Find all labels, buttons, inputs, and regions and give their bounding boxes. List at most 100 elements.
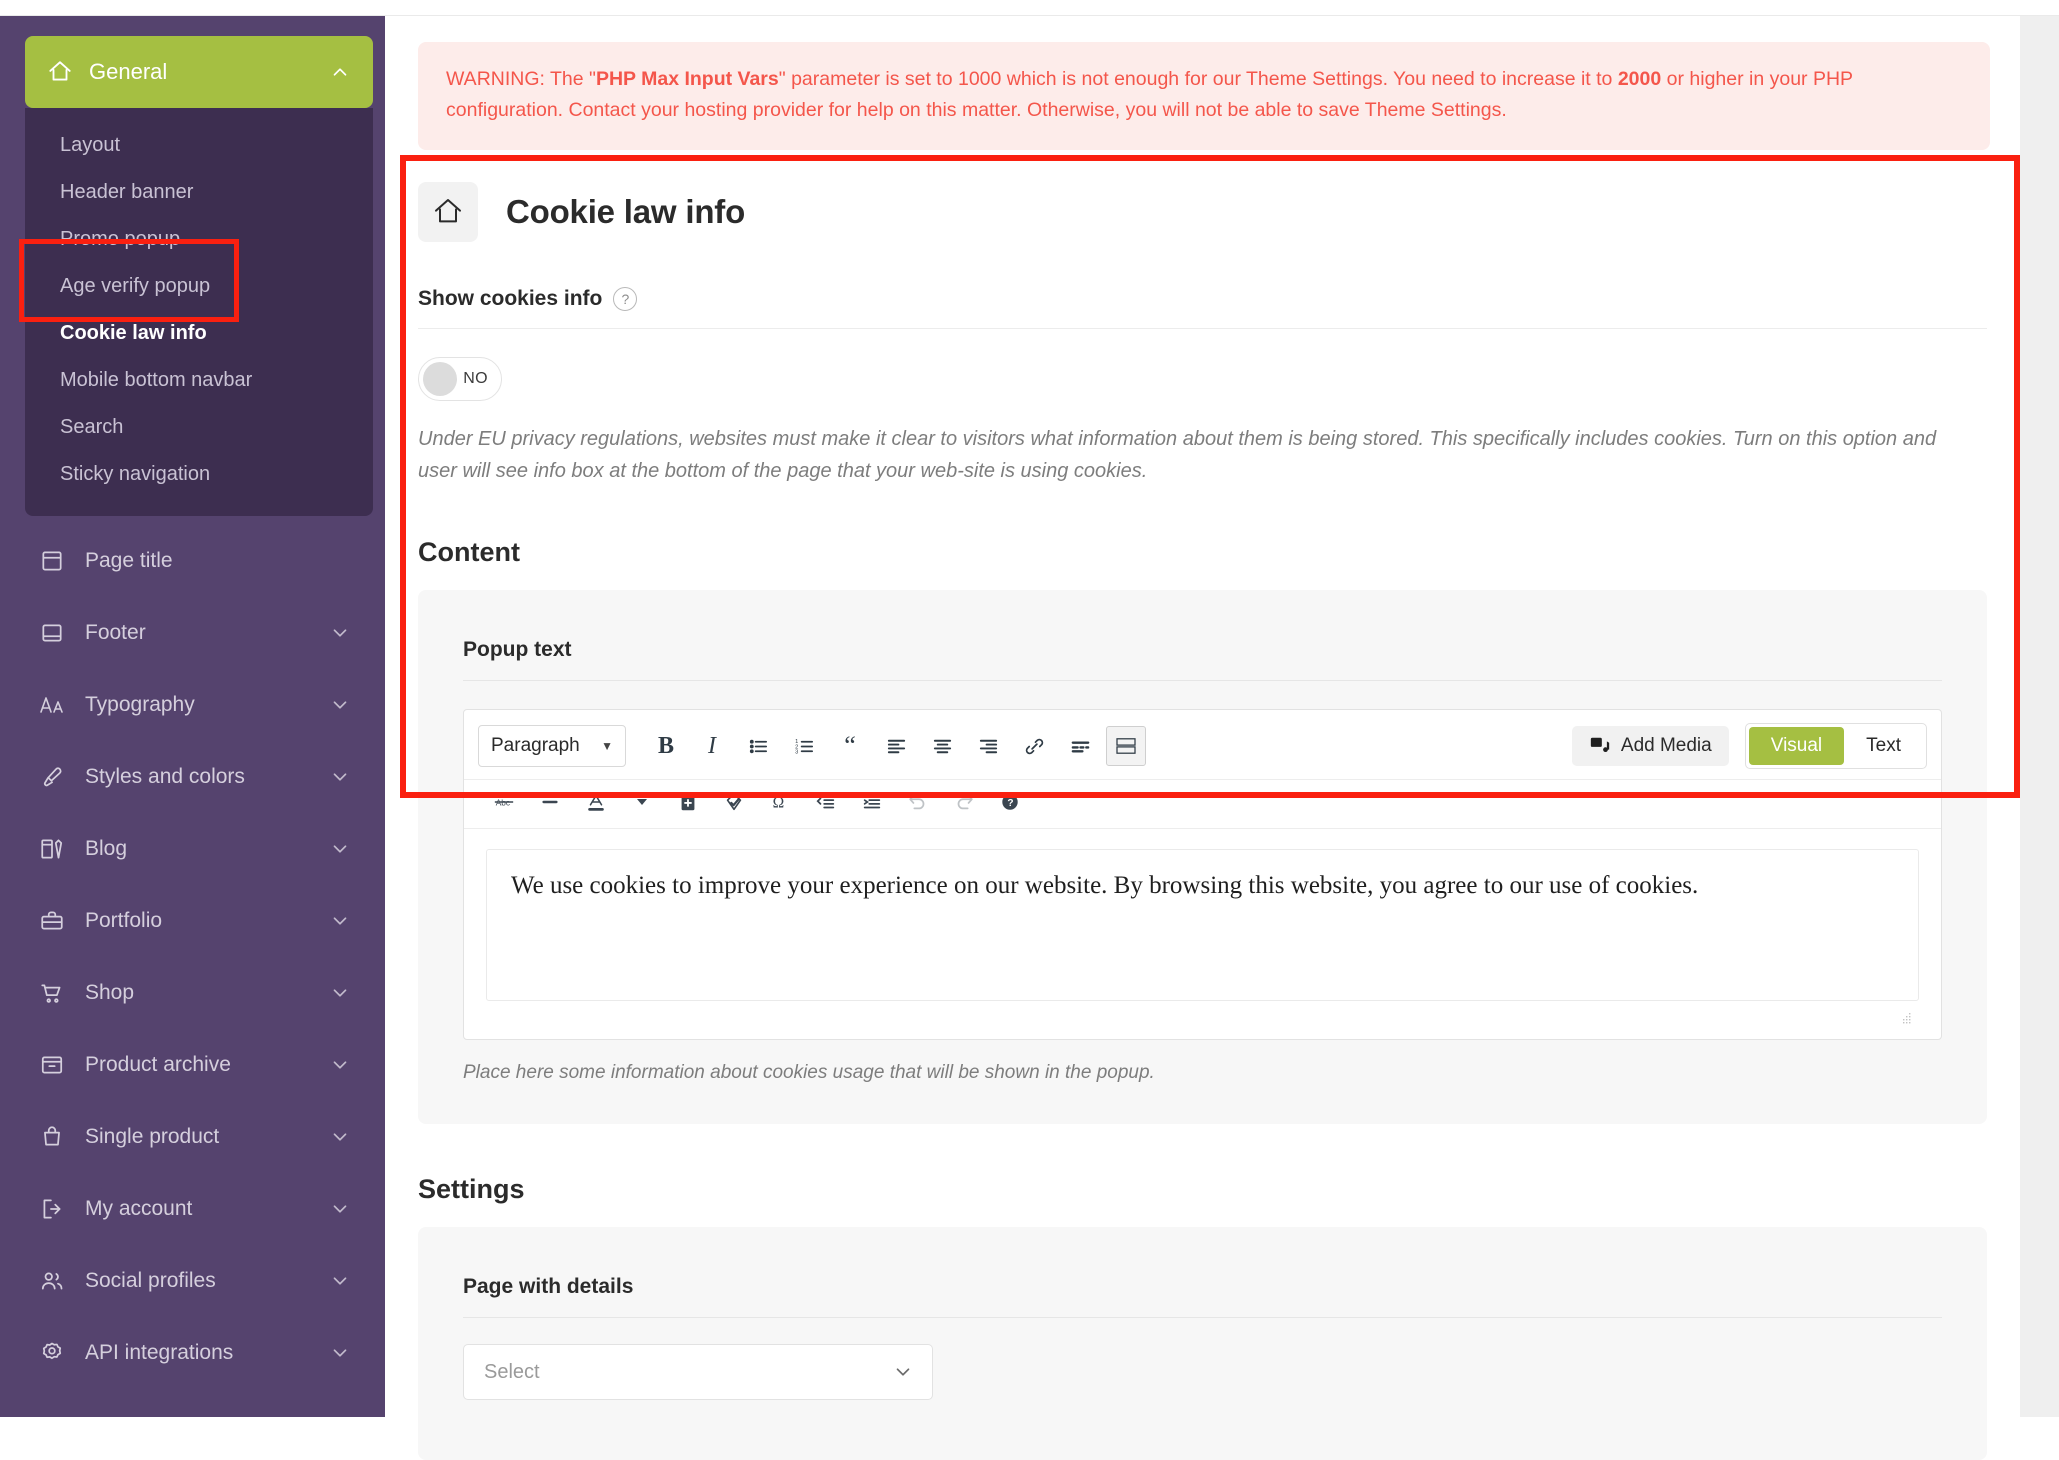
popup-text-label: Popup text [463, 638, 1942, 682]
sidebar-item-header-banner[interactable]: Header banner [25, 169, 373, 216]
resize-grip-icon[interactable] [1901, 1013, 1913, 1025]
editor-toolbar-row1: Paragraph ▼ B I 123 “ Add Media Visual T… [464, 710, 1941, 781]
clear-formatting-icon[interactable] [716, 786, 752, 818]
sidebar-item-label: Blog [85, 836, 128, 860]
show-cookies-info-toggle[interactable]: NO [418, 356, 502, 401]
sidebar-item-label: Footer [85, 620, 146, 644]
media-icon [1589, 735, 1611, 757]
sidebar-item-footer[interactable]: Footer [0, 605, 385, 660]
select-placeholder: Select [484, 1360, 540, 1383]
toggle-knob [423, 361, 457, 396]
bold-icon[interactable]: B [646, 726, 686, 766]
strikethrough-icon[interactable]: Abc [486, 786, 522, 818]
italic-icon[interactable]: I [692, 726, 732, 766]
sidebar-item-label: My account [85, 1196, 193, 1220]
horizontal-rule-icon[interactable] [532, 786, 568, 818]
link-icon[interactable] [1014, 726, 1054, 766]
format-select[interactable]: Paragraph ▼ [478, 725, 626, 768]
sidebar-item-single-product[interactable]: Single product [0, 1109, 385, 1164]
sidebar: General Layout Header banner Promo popup… [0, 16, 385, 1417]
tab-visual[interactable]: Visual [1748, 727, 1845, 766]
wp-editor: Paragraph ▼ B I 123 “ Add Media Visual T… [463, 709, 1942, 1041]
help-icon[interactable]: ? [613, 286, 638, 311]
sidebar-item-label: Product archive [85, 1052, 231, 1076]
keyboard-help-icon[interactable]: ? [992, 786, 1028, 818]
editor-mode-tabs: Visual Text [1744, 723, 1927, 770]
content-card: Popup text Paragraph ▼ B I 1 2 3 “ Add M… [418, 590, 1987, 1125]
sidebar-item-label: Typography [85, 692, 195, 716]
chevron-down-icon [329, 1126, 351, 1148]
indent-icon[interactable] [854, 786, 890, 818]
sidebar-item-portfolio[interactable]: Portfolio [0, 893, 385, 948]
sidebar-item-blog[interactable]: Blog [0, 821, 385, 876]
sidebar-item-styles-and-colors[interactable]: Styles and colors [0, 749, 385, 804]
chevron-down-icon [329, 910, 351, 932]
warning-text-part1: WARNING: The " [446, 68, 596, 90]
add-media-button[interactable]: Add Media [1571, 726, 1729, 767]
undo-icon[interactable] [900, 786, 936, 818]
outdent-icon[interactable] [808, 786, 844, 818]
footer-icon [36, 617, 68, 649]
bulleted-list-icon[interactable] [738, 726, 778, 766]
text-color-icon[interactable] [578, 786, 614, 818]
sidebar-item-mobile-bottom-navbar[interactable]: Mobile bottom navbar [25, 357, 373, 404]
editor-resize-bar [486, 1001, 1919, 1029]
sidebar-item-page-title[interactable]: Page title [0, 533, 385, 588]
special-character-icon[interactable]: Ω [762, 786, 798, 818]
numbered-list-icon[interactable]: 123 [784, 726, 824, 766]
redo-icon[interactable] [946, 786, 982, 818]
page-with-details-label: Page with details [463, 1275, 1942, 1319]
scrollbar-gutter[interactable] [2020, 16, 2059, 1417]
toolbar-toggle-icon[interactable] [1106, 726, 1146, 767]
align-left-icon[interactable] [876, 726, 916, 766]
portfolio-icon [36, 905, 68, 937]
sidebar-item-shop[interactable]: Shop [0, 965, 385, 1020]
sidebar-item-typography[interactable]: Typography [0, 677, 385, 732]
popup-text-editor-area[interactable]: We use cookies to improve your experienc… [486, 849, 1919, 1002]
show-cookies-info-label: Show cookies info [418, 286, 603, 310]
sidebar-group-label: General [89, 59, 168, 84]
chevron-down-icon [329, 1342, 351, 1364]
chevron-down-icon [329, 1270, 351, 1292]
show-cookies-description: Under EU privacy regulations, websites m… [418, 427, 1937, 482]
home-icon [418, 181, 478, 242]
sidebar-item-product-archive[interactable]: Product archive [0, 1037, 385, 1092]
read-more-icon[interactable] [1060, 726, 1100, 766]
home-icon [45, 57, 75, 87]
sidebar-item-my-account[interactable]: My account [0, 1181, 385, 1236]
editor-toolbar-left: Paragraph ▼ B I 123 “ [478, 725, 1146, 768]
align-right-icon[interactable] [968, 726, 1008, 766]
align-center-icon[interactable] [922, 726, 962, 766]
chevron-down-icon [329, 622, 351, 644]
paste-as-text-icon[interactable] [670, 786, 706, 818]
warning-text-part2: " parameter is set to 1000 which is not … [778, 68, 1618, 90]
chevron-down-icon [329, 766, 351, 788]
blockquote-icon[interactable]: “ [830, 726, 870, 766]
settings-panel: Cookie law info Show cookies info ? NO U… [385, 181, 2020, 1460]
sidebar-item-layout[interactable]: Layout [25, 122, 373, 169]
editor-toolbar-row2: Abc Ω ? [464, 780, 1941, 830]
page-with-details-select[interactable]: Select [463, 1344, 933, 1401]
settings-card: Page with details Select [418, 1227, 1987, 1460]
sidebar-item-social-profiles[interactable]: Social profiles [0, 1253, 385, 1308]
svg-text:Abc: Abc [496, 799, 510, 808]
tab-text[interactable]: Text [1844, 727, 1923, 765]
php-max-input-vars-warning: WARNING: The "PHP Max Input Vars" parame… [418, 42, 1990, 150]
blog-icon [36, 833, 68, 865]
chevron-down-icon [329, 694, 351, 716]
sidebar-group-header-general[interactable]: General [25, 36, 373, 108]
sidebar-item-sticky-navigation[interactable]: Sticky navigation [25, 451, 373, 498]
bag-icon [36, 1121, 68, 1153]
show-cookies-toggle-wrap: NO [418, 356, 1987, 401]
svg-text:3: 3 [795, 749, 798, 755]
color-caret-icon[interactable] [624, 786, 660, 818]
warning-bold-2000: 2000 [1617, 68, 1662, 90]
settings-section-heading: Settings [418, 1174, 525, 1205]
warning-bold-php-max-input-vars: PHP Max Input Vars [595, 68, 779, 90]
sidebar-item-search[interactable]: Search [25, 404, 373, 451]
popup-text-hint: Place here some information about cookie… [463, 1062, 1155, 1084]
sidebar-item-api-integrations[interactable]: API integrations [0, 1325, 385, 1380]
sidebar-item-label: Portfolio [85, 908, 163, 932]
brush-icon [36, 761, 68, 793]
page-title: Cookie law info [506, 192, 746, 230]
